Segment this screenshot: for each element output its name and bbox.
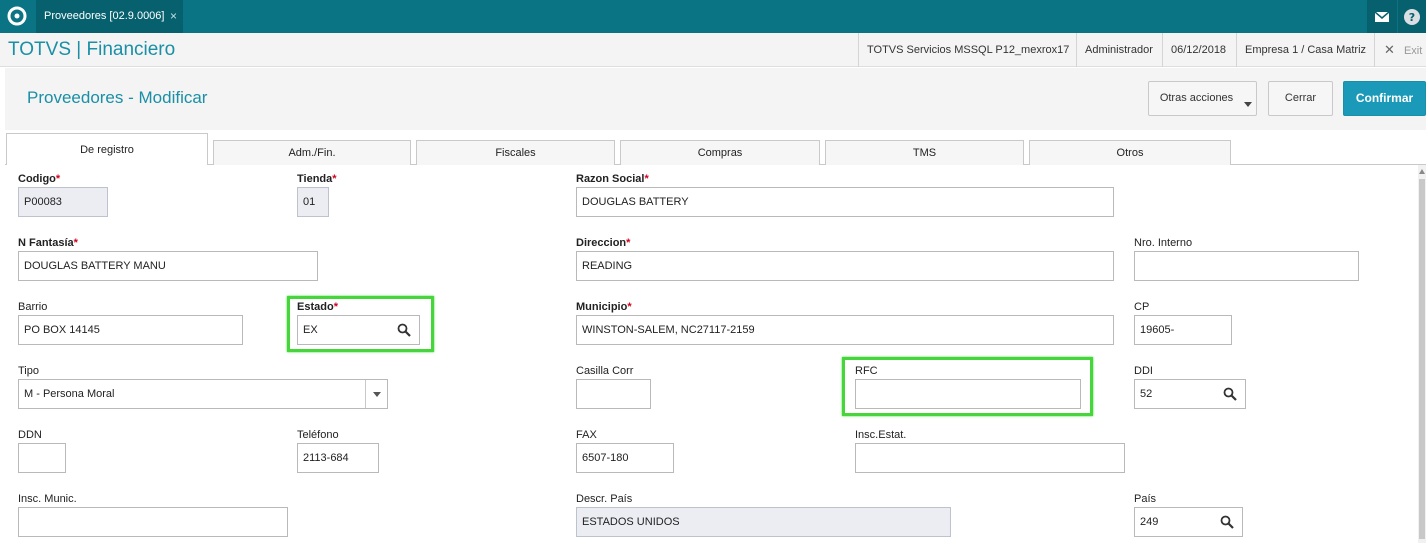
app-title: TOTVS | Financiero <box>8 39 176 60</box>
page-header: Proveedores - Modificar Otras acciones C… <box>5 68 1426 130</box>
fax-field[interactable]: 6507-180 <box>576 443 674 473</box>
chevron-down-icon <box>1244 102 1252 107</box>
date-info: 06/12/2018 <box>1162 33 1234 67</box>
codigo-label: Codigo* <box>18 173 61 185</box>
insc-munic-label: Insc. Munic. <box>18 493 77 505</box>
cp-field[interactable]: 19605- <box>1134 315 1232 345</box>
app-bar: TOTVS | Financiero TOTVS Servicios MSSQL… <box>0 33 1426 67</box>
tab-adm-fin[interactable]: Adm./Fin. <box>213 140 411 165</box>
supplier-form: Codigo* P00083 Tienda* 01 Razon Social* … <box>0 165 1426 543</box>
direccion-field[interactable]: READING <box>576 251 1114 281</box>
razon-social-label: Razon Social* <box>576 173 649 185</box>
ddn-label: DDN <box>18 429 42 441</box>
descr-pais-label: Descr. País <box>576 493 633 505</box>
cp-label: CP <box>1134 301 1150 313</box>
ddi-label: DDI <box>1134 365 1153 377</box>
insc-estat-field[interactable] <box>855 443 1125 473</box>
scrollbar-thumb[interactable] <box>1419 179 1425 539</box>
search-icon[interactable] <box>1223 387 1237 401</box>
exit-button[interactable]: ✕ Exit <box>1374 33 1426 67</box>
scroll-up-icon[interactable] <box>1419 169 1425 174</box>
ddi-value: 52 <box>1140 388 1153 400</box>
company-info: Empresa 1 / Casa Matriz <box>1236 33 1374 67</box>
tab-otros[interactable]: Otros <box>1029 140 1231 165</box>
tab-compras[interactable]: Compras <box>620 140 820 165</box>
chevron-down-icon[interactable] <box>365 380 387 408</box>
direccion-label: Direccion* <box>576 237 631 249</box>
pais-value: 249 <box>1140 516 1159 528</box>
user-info: Administrador <box>1076 33 1161 67</box>
tipo-select[interactable]: M - Persona Moral <box>18 379 388 409</box>
tipo-value: M - Persona Moral <box>24 388 115 400</box>
tienda-field[interactable]: 01 <box>297 187 329 217</box>
close-button[interactable]: Cerrar <box>1268 81 1333 116</box>
n-fantasia-field[interactable]: DOUGLAS BATTERY MANU <box>18 251 318 281</box>
pais-field[interactable]: 249 <box>1134 507 1243 537</box>
help-icon[interactable]: ? <box>1398 0 1426 33</box>
telefono-field[interactable]: 2113-684 <box>297 443 379 473</box>
other-actions-button[interactable]: Otras acciones <box>1148 81 1257 116</box>
descr-pais-field[interactable]: ESTADOS UNIDOS <box>576 507 951 537</box>
municipio-field[interactable]: WINSTON-SALEM, NC27117-2159 <box>576 315 1114 345</box>
nro-interno-field[interactable] <box>1134 251 1359 281</box>
exit-icon: ✕ <box>1384 42 1395 57</box>
totvs-logo-icon[interactable] <box>6 5 28 27</box>
window-tab-label: Proveedores [02.9.0006] <box>44 10 165 22</box>
tienda-label: Tienda* <box>297 173 337 185</box>
search-icon[interactable] <box>397 323 411 337</box>
tab-fiscales[interactable]: Fiscales <box>416 140 615 165</box>
tab-tms[interactable]: TMS <box>825 140 1024 165</box>
server-info: TOTVS Servicios MSSQL P12_mexrox17 <box>858 33 1077 67</box>
insc-munic-field[interactable] <box>18 507 288 537</box>
n-fantasia-label: N Fantasía* <box>18 237 78 249</box>
casilla-corr-field[interactable] <box>576 379 651 409</box>
window-tab[interactable]: Proveedores [02.9.0006] × <box>36 0 183 33</box>
exit-label: Exit <box>1403 45 1423 57</box>
estado-label: Estado* <box>297 301 338 313</box>
barrio-label: Barrio <box>18 301 48 313</box>
codigo-field[interactable]: P00083 <box>18 187 108 217</box>
ddn-field[interactable] <box>18 443 66 473</box>
window-tab-close-icon[interactable]: × <box>170 0 177 33</box>
top-bar: Proveedores [02.9.0006] × ? <box>0 0 1426 33</box>
mail-icon[interactable] <box>1367 0 1397 33</box>
nro-interno-label: Nro. Interno <box>1134 237 1193 249</box>
tipo-label: Tipo <box>18 365 39 377</box>
tab-bar: De registro Adm./Fin. Fiscales Compras T… <box>5 133 1426 165</box>
estado-value: EX <box>303 324 318 336</box>
pais-label: País <box>1134 493 1157 505</box>
tab-de-registro[interactable]: De registro <box>6 133 208 165</box>
confirm-button[interactable]: Confirmar <box>1343 81 1426 116</box>
razon-social-field[interactable]: DOUGLAS BATTERY <box>576 187 1114 217</box>
estado-field[interactable]: EX <box>297 315 420 345</box>
ddi-field[interactable]: 52 <box>1134 379 1246 409</box>
insc-estat-label: Insc.Estat. <box>855 429 907 441</box>
other-actions-label: Otras acciones <box>1159 92 1234 104</box>
barrio-field[interactable]: PO BOX 14145 <box>18 315 243 345</box>
telefono-label: Teléfono <box>297 429 339 441</box>
municipio-label: Municipio* <box>576 301 632 313</box>
page-title: Proveedores - Modificar <box>27 88 208 107</box>
fax-label: FAX <box>576 429 597 441</box>
rfc-label: RFC <box>855 365 878 377</box>
form-scrollbar[interactable] <box>1418 165 1426 543</box>
search-icon[interactable] <box>1220 515 1234 529</box>
rfc-field[interactable] <box>855 379 1081 409</box>
svg-text:?: ? <box>1409 11 1415 24</box>
casilla-corr-label: Casilla Corr <box>576 365 634 377</box>
